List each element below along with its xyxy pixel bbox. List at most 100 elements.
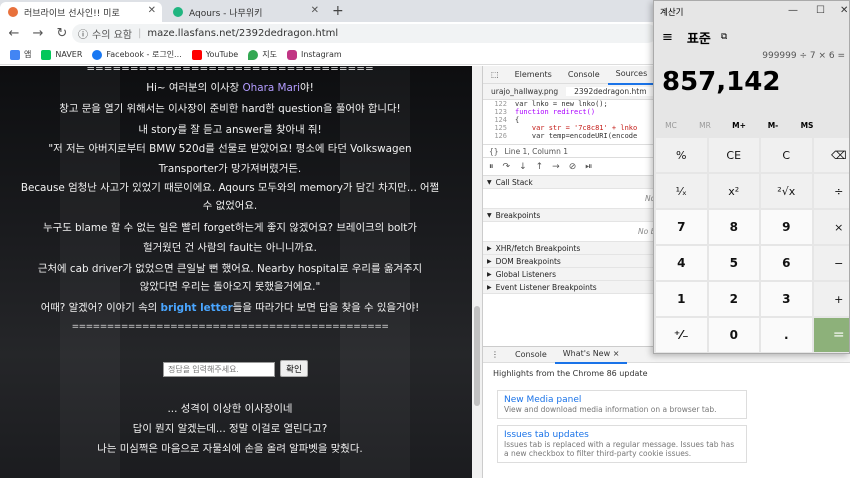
minimize-icon[interactable]: — (788, 5, 798, 16)
step-into-icon[interactable]: ↓ (519, 162, 527, 172)
deactivate-breakpoints-icon[interactable]: ⊘ (569, 162, 577, 172)
digit-7-button[interactable]: 7 (656, 210, 707, 244)
collapsed-icon: ▶ (487, 283, 492, 291)
negate-button[interactable]: ⁺⁄₋ (656, 318, 707, 352)
feature-card[interactable]: New Media panel View and download media … (497, 390, 747, 419)
tab-title: Aqours - 나무위키 (189, 8, 263, 19)
pause-icon[interactable]: ⏸ (489, 162, 494, 172)
section-title: Event Listener Breakpoints (495, 282, 597, 292)
memory-recall-button[interactable]: MR (688, 117, 722, 135)
memory-row: MC MR M+ M- MS (654, 117, 849, 135)
memory-subtract-button[interactable]: M- (756, 117, 790, 135)
multiply-button[interactable]: × (813, 210, 849, 244)
digit-9-button[interactable]: 9 (761, 210, 812, 244)
square-button[interactable]: x² (708, 174, 759, 208)
tab-elements[interactable]: Elements (507, 66, 560, 84)
digit-8-button[interactable]: 8 (708, 210, 759, 244)
pause-on-exceptions-icon[interactable]: ⏯ (585, 162, 592, 172)
bookmark-naver[interactable]: NAVER (41, 49, 82, 60)
section-title: Global Listeners (495, 269, 557, 279)
percent-button[interactable]: % (656, 138, 707, 172)
story-line: Because 엄청난 사고가 있었기 때문이에요. Aqours 모두와의 m… (20, 182, 440, 194)
close-tab-icon[interactable]: ✕ (148, 5, 156, 16)
memory-clear-button[interactable]: MC (654, 117, 688, 135)
bookmark-facebook[interactable]: Facebook - 로그인... (92, 49, 182, 60)
digit-2-button[interactable]: 2 (708, 282, 759, 316)
digit-0-button[interactable]: 0 (708, 318, 759, 352)
menu-icon[interactable]: ≡ (662, 30, 673, 45)
browser-tab-namuwiki[interactable]: Aqours - 나무위키 ✕ (165, 2, 325, 22)
close-tab-icon[interactable]: ✕ (311, 5, 319, 16)
clear-entry-button[interactable]: CE (708, 138, 759, 172)
address-bar[interactable]: ⓘ 수의 요함 | maze.llasfans.net/2392dedragon… (72, 24, 657, 43)
file-tab[interactable]: urajo_hallway.png (483, 87, 566, 96)
answer-input[interactable] (163, 362, 275, 377)
after-line: 답이 뭔지 알겠는데... 정말 이걸로 열린다고? (132, 423, 328, 435)
confirm-button[interactable]: 확인 (280, 360, 308, 377)
close-icon[interactable]: ✕ (840, 5, 848, 16)
security-label: 수의 요함 (92, 30, 132, 41)
browser-tab-maze[interactable]: 러브라이브 선사인!! 미로 ✕ (0, 2, 162, 22)
line-number: 126 (494, 132, 507, 140)
bookmark-apps[interactable]: 앱 (10, 49, 31, 60)
bright-letter-text: bright letter (160, 302, 233, 314)
drawer-tab-console[interactable]: Console (507, 347, 555, 363)
square-root-button[interactable]: ²√x (761, 174, 812, 208)
add-button[interactable]: + (813, 282, 849, 316)
keep-on-top-icon[interactable]: ⧉ (721, 32, 727, 42)
decimal-button[interactable]: . (761, 318, 812, 352)
feature-card[interactable]: Issues tab updates Issues tab is replace… (497, 425, 747, 463)
reload-icon[interactable]: ↻ (52, 26, 72, 41)
digit-6-button[interactable]: 6 (761, 246, 812, 280)
step-out-icon[interactable]: ↑ (536, 162, 544, 172)
memory-add-button[interactable]: M+ (722, 117, 756, 135)
story-line: Transporter가 망가져버렸거든. (158, 163, 302, 175)
cursor-position: Line 1, Column 1 (504, 146, 568, 156)
back-icon[interactable]: ← (4, 26, 24, 41)
hint-text: 들을 따라가다 보면 답을 찾을 수 있을거야! (232, 302, 420, 314)
tab-sources[interactable]: Sources (607, 65, 656, 85)
divider-text: ================================= (86, 66, 374, 75)
bookmark-instagram[interactable]: Instagram (286, 49, 342, 60)
digit-5-button[interactable]: 5 (708, 246, 759, 280)
maximize-icon[interactable]: ☐ (816, 5, 825, 16)
line-number: 124 (494, 116, 507, 124)
more-icon[interactable]: ⋮ (483, 347, 507, 363)
story-line: 수 없었어요. (202, 200, 258, 212)
step-over-icon[interactable]: ↷ (503, 162, 511, 172)
bookmark-youtube[interactable]: YouTube (191, 49, 238, 60)
after-line: ... 성격이 이상한 이사장이네 (167, 403, 293, 415)
drawer-tab-whats-new[interactable]: What's New × (554, 346, 628, 364)
new-tab-button[interactable]: + (332, 3, 344, 19)
file-tab[interactable]: 2392dedragon.htm (566, 87, 655, 96)
bookmark-maps[interactable]: 지도 (248, 49, 277, 60)
close-icon[interactable]: × (613, 349, 620, 358)
greeting-line: Hi~ 여러분의 이사장 Ohara Mari야! (0, 81, 460, 95)
subtract-button[interactable]: − (813, 246, 849, 280)
digit-4-button[interactable]: 4 (656, 246, 707, 280)
step-icon[interactable]: → (552, 162, 560, 172)
page-scrollbar[interactable] (472, 66, 482, 478)
divide-button[interactable]: ÷ (813, 174, 849, 208)
braces-icon[interactable]: {} (489, 147, 499, 156)
page-content: ================================= Hi~ 여러… (0, 66, 472, 478)
tab-console[interactable]: Console (560, 66, 608, 84)
drawer-tab-label: What's New (562, 348, 611, 358)
forward-icon[interactable]: → (28, 26, 48, 41)
equals-button[interactable]: = (813, 318, 849, 352)
scrollbar-thumb[interactable] (474, 306, 480, 406)
story-line: 누구도 blame 할 수 없는 일은 빨리 forget하는게 좋지 않겠어요… (43, 222, 417, 234)
story-line: 않았다면 우리는 돌아오지 못했을거에요." (139, 281, 321, 293)
line-number: 122 (494, 100, 507, 108)
digit-3-button[interactable]: 3 (761, 282, 812, 316)
divider-text: ========================================… (71, 322, 389, 332)
memory-store-button[interactable]: MS (790, 117, 824, 135)
backspace-button[interactable]: ⌫ (813, 138, 849, 172)
code-text: var temp=encodeURI(encode (515, 132, 638, 140)
devtools-cursor-icon[interactable]: ⬚ (483, 66, 507, 84)
clear-button[interactable]: C (761, 138, 812, 172)
digit-1-button[interactable]: 1 (656, 282, 707, 316)
bookmark-label: Facebook - 로그인... (106, 50, 182, 59)
reciprocal-button[interactable]: ¹⁄ₓ (656, 174, 707, 208)
section-title: DOM Breakpoints (495, 256, 561, 266)
